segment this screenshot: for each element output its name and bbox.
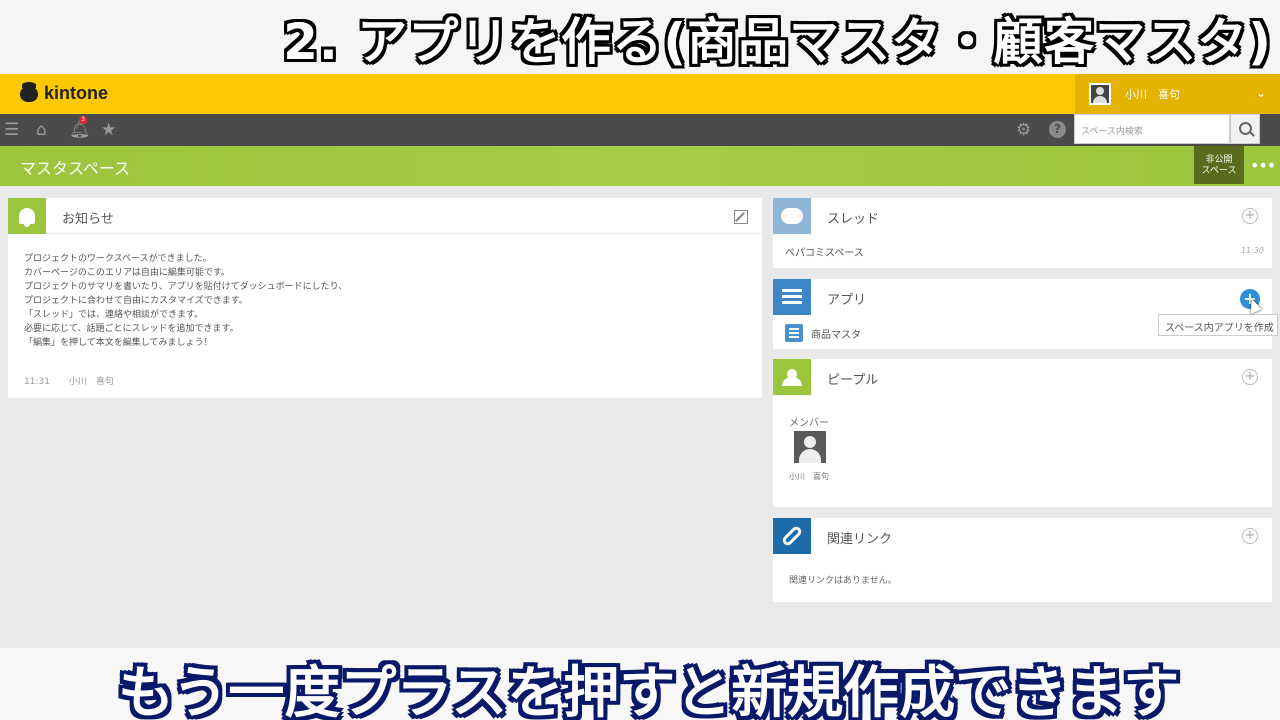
top-caption-banner: 2. アプリを作る(商品マスタ・顧客マスタ) (0, 0, 1280, 74)
apps-title: アプリ (827, 293, 867, 308)
thread-panel: スレッド + ペパコミスペース 11:30 (773, 198, 1272, 268)
people-icon (780, 369, 804, 386)
notice-meta: 11:31 小川 喜句 (24, 374, 130, 387)
links-icon-box (773, 518, 811, 554)
notice-line: 「編集」を押して本文を編集してみましょう！ (24, 338, 213, 348)
notice-line: プロジェクトのサマリを書いたり、アプリを貼付けてダッシュボードにしたり、 (24, 282, 348, 292)
kintone-logo[interactable]: kintone (20, 81, 109, 104)
notice-line: プロジェクトのワークスペースができました。 (24, 254, 212, 264)
link-icon (780, 524, 804, 548)
star-icon[interactable]: ★ (101, 120, 116, 140)
notice-line: 「スレッド」では、連絡や相談ができます。 (24, 310, 204, 320)
links-title: 関連リンク (827, 532, 893, 547)
members-label: メンバー (789, 418, 829, 429)
list-icon (782, 289, 802, 305)
thread-icon-box (773, 198, 811, 234)
app-header: kintone 小川 喜句 ⌄ (0, 74, 1280, 114)
notice-title: お知らせ (62, 212, 114, 227)
notice-body: プロジェクトのワークスペースができました。 カバーページのこのエリアは自由に編集… (24, 252, 347, 350)
logo-text: kintone (44, 83, 109, 103)
notice-author[interactable]: 小川 喜句 (69, 377, 114, 387)
chevron-down-icon: ⌄ (1255, 86, 1266, 100)
notice-line: プロジェクトに合わせて自由にカスタマイズできます。 (24, 296, 248, 306)
app-item-label[interactable]: 商品マスタ (811, 326, 861, 341)
people-title: ピープル (827, 373, 879, 388)
speech-bubble-icon (781, 208, 803, 224)
home-icon[interactable]: ⌂ (36, 120, 47, 140)
user-menu[interactable]: 小川 喜句 ⌄ (1075, 74, 1280, 114)
edit-icon[interactable] (734, 210, 748, 224)
notification-badge: 3 (79, 116, 87, 124)
thread-item-time: 11:30 (1240, 246, 1264, 255)
notice-icon-box (8, 198, 46, 234)
notice-panel: お知らせ プロジェクトのワークスペースができました。 カバーページのこのエリアは… (8, 198, 762, 398)
apps-icon-box (773, 279, 811, 315)
kintone-logo-icon (20, 81, 38, 102)
notice-line: 必要に応じて、話題ごとにスレッドを追加できます。 (24, 324, 239, 334)
space-search-input[interactable]: スペース内検索 (1074, 114, 1230, 144)
user-name: 小川 喜句 (1125, 88, 1180, 101)
top-caption-text: 2. アプリを作る(商品マスタ・顧客マスタ) (283, 13, 1272, 71)
space-title: マスタスペース (20, 159, 131, 178)
private-tag-line1: 非公開 (1205, 155, 1233, 165)
space-header: マスタスペース (0, 146, 1280, 186)
app-list-icon (785, 324, 803, 342)
add-member-icon[interactable]: + (1242, 369, 1258, 385)
menu-icon[interactable]: ☰ (4, 120, 19, 140)
people-panel: ピープル + メンバー 小川 喜句 (773, 359, 1272, 507)
private-space-tag: 非公開 スペース (1194, 146, 1244, 184)
people-icon-box (773, 359, 811, 395)
notice-header: お知らせ (8, 198, 762, 234)
user-avatar-icon (1089, 83, 1111, 105)
member-name[interactable]: 小川 喜句 (789, 471, 829, 482)
gear-icon[interactable]: ⚙ (1016, 120, 1031, 140)
add-thread-icon[interactable]: + (1242, 208, 1258, 224)
private-tag-line2: スペース (1201, 166, 1237, 176)
bottom-caption-banner: もう一度プラスを押すと新規作成できます (0, 648, 1280, 720)
notice-line: カバーページのこのエリアは自由に編集可能です。 (24, 268, 230, 278)
bell-icon (19, 208, 35, 227)
add-link-icon[interactable]: + (1242, 528, 1258, 544)
more-options-icon[interactable]: ••• (1250, 156, 1276, 175)
notice-time: 11:31 (24, 377, 50, 387)
thread-item[interactable]: ペパコミスペース (785, 244, 864, 259)
links-empty-text: 関連リンクはありません。 (789, 576, 897, 586)
member-avatar[interactable] (794, 431, 826, 463)
links-panel: 関連リンク + 関連リンクはありません。 (773, 518, 1272, 602)
add-app-tooltip: スペース内アプリを作成 (1158, 314, 1278, 336)
search-icon[interactable] (1230, 114, 1260, 144)
thread-title: スレッド (827, 212, 880, 227)
bottom-caption-text: もう一度プラスを押すと新規作成できます (118, 661, 1180, 720)
help-icon[interactable]: ? (1049, 121, 1066, 138)
